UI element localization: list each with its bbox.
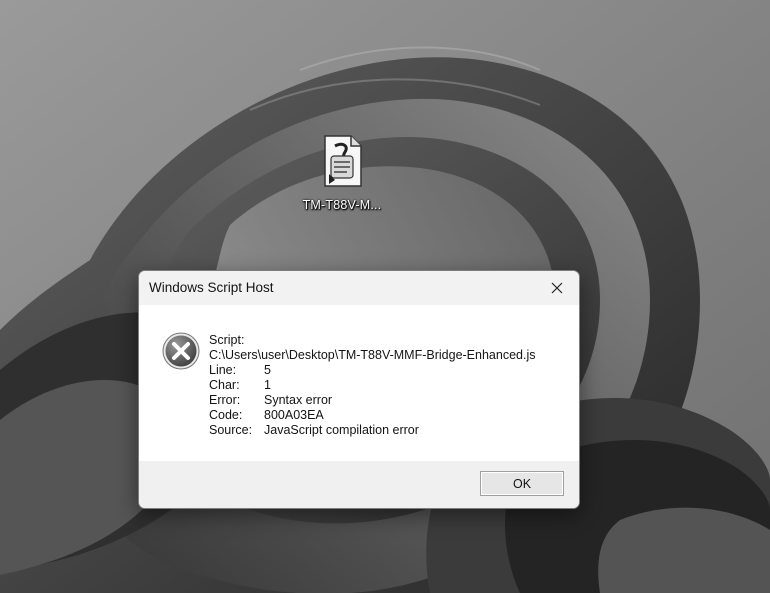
- desktop-file-shortcut[interactable]: TM-T88V-M...: [296, 134, 388, 212]
- desktop-file-label: TM-T88V-M...: [302, 198, 382, 212]
- script-path: C:\Users\user\Desktop\TM-T88V-MMF-Bridge…: [209, 348, 536, 362]
- dialog-content: Script: C:\Users\user\Desktop\TM-T88V-MM…: [139, 305, 579, 461]
- dialog-titlebar[interactable]: Windows Script Host: [139, 271, 579, 305]
- error-dialog: Windows Script Host Script: C:\Users\use…: [138, 270, 580, 509]
- char-label: Char:: [209, 378, 240, 392]
- dialog-footer: OK: [139, 461, 579, 508]
- error-icon: [162, 332, 200, 370]
- error-value: Syntax error: [264, 393, 333, 407]
- code-label: Code:: [209, 408, 243, 422]
- code-value: 800A03EA: [264, 408, 324, 422]
- error-details: Script: C:\Users\user\Desktop\TM-T88V-MM…: [209, 333, 535, 438]
- close-icon: [551, 282, 563, 294]
- detail-row-char: Char: 1: [209, 378, 535, 393]
- source-value: JavaScript compilation error: [264, 423, 419, 437]
- script-label: Script:: [209, 333, 245, 347]
- source-label: Source:: [209, 423, 253, 437]
- detail-row-code: Code: 800A03EA: [209, 408, 535, 423]
- detail-row-line: Line: 5: [209, 363, 535, 378]
- line-label: Line:: [209, 363, 237, 377]
- detail-row-error: Error: Syntax error: [209, 393, 535, 408]
- close-button[interactable]: [535, 271, 579, 305]
- char-value: 1: [264, 378, 271, 392]
- detail-row-source: Source: JavaScript compilation error: [209, 423, 535, 438]
- ok-button[interactable]: OK: [480, 471, 564, 496]
- script-file-icon: [324, 135, 362, 187]
- line-value: 5: [264, 363, 271, 377]
- dialog-title: Windows Script Host: [149, 280, 274, 295]
- error-label: Error:: [209, 393, 241, 407]
